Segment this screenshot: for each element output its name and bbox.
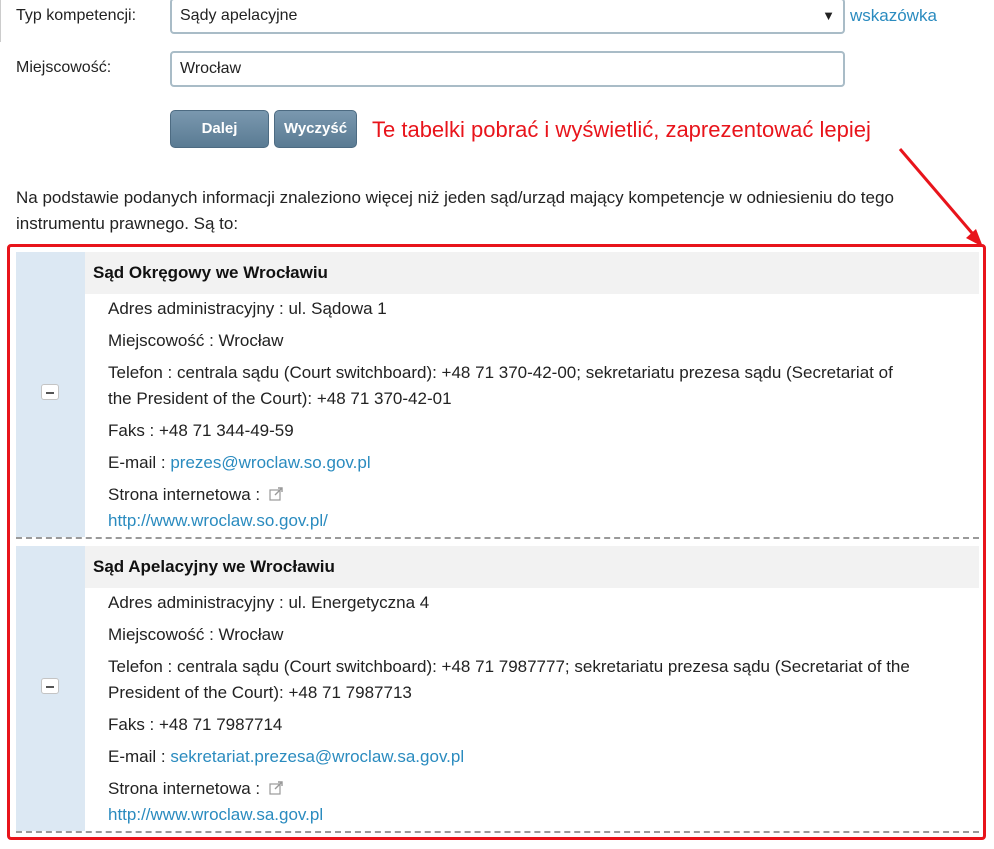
results-intro-text: Na podstawie podanych informacji znalezi… — [16, 188, 894, 233]
left-border — [0, 0, 1, 42]
competence-type-value: Sądy apelacyjne — [180, 7, 298, 24]
court-phone-line-1: Telefon : centrala sądu (Court switchboa… — [108, 657, 910, 676]
divider — [16, 537, 979, 539]
court-phone-line-1: Telefon : centrala sądu (Court switchboa… — [108, 363, 893, 382]
court-result: Sąd Apelacyjny we Wrocławiu Adres admini… — [16, 546, 979, 833]
court-website-link[interactable]: http://www.wroclaw.sa.gov.pl — [108, 802, 968, 828]
court-website-label: Strona internetowa : — [108, 485, 265, 504]
court-name: Sąd Okręgowy we Wrocławiu — [85, 252, 979, 294]
court-email-link[interactable]: prezes@wroclaw.so.gov.pl — [170, 453, 370, 472]
collapse-icon[interactable] — [41, 384, 59, 400]
external-link-icon — [269, 781, 283, 795]
court-details: Adres administracyjny : ul. Sądowa 1 Mie… — [93, 294, 971, 537]
competence-type-select[interactable]: Sądy apelacyjne ▼ — [170, 0, 845, 34]
court-email-label: E-mail : — [108, 453, 171, 472]
court-website-label: Strona internetowa : — [108, 779, 265, 798]
court-fax: Faks : +48 71 344-49-59 — [108, 421, 294, 440]
divider — [16, 831, 979, 833]
city-input[interactable]: Wrocław — [170, 51, 845, 87]
competence-type-label: Typ kompetencji: — [16, 7, 137, 24]
annotation-text: Te tabelki pobrać i wyświetlić, zaprezen… — [372, 117, 871, 142]
court-phone-line-2: President of the Court): +48 71 7987713 — [108, 683, 412, 702]
city-label: Miejscowość: — [16, 59, 112, 76]
court-email-label: E-mail : — [108, 747, 171, 766]
court-address: Adres administracyjny : ul. Sądowa 1 — [108, 299, 387, 318]
court-name: Sąd Apelacyjny we Wrocławiu — [85, 546, 979, 588]
court-city: Miejscowość : Wrocław — [108, 625, 284, 644]
court-email-row: E-mail : sekretariat.prezesa@wroclaw.sa.… — [108, 744, 968, 770]
court-phone-line-2: the President of the Court): +48 71 370-… — [108, 389, 452, 408]
court-city: Miejscowość : Wrocław — [108, 331, 284, 350]
court-email-row: E-mail : prezes@wroclaw.so.gov.pl — [108, 450, 968, 476]
chevron-down-icon[interactable]: ▼ — [822, 0, 835, 32]
next-button[interactable]: Dalej — [170, 110, 269, 148]
court-website-link[interactable]: http://www.wroclaw.so.gov.pl/ — [108, 508, 968, 534]
court-email-link[interactable]: sekretariat.prezesa@wroclaw.sa.gov.pl — [170, 747, 464, 766]
court-address: Adres administracyjny : ul. Energetyczna… — [108, 593, 430, 612]
hint-link[interactable]: wskazówka — [850, 6, 937, 26]
external-link-icon — [269, 487, 283, 501]
court-website-row: Strona internetowa : — [108, 482, 968, 508]
court-website-row: Strona internetowa : — [108, 776, 968, 802]
court-fax: Faks : +48 71 7987714 — [108, 715, 283, 734]
collapse-icon[interactable] — [41, 678, 59, 694]
court-details: Adres administracyjny : ul. Energetyczna… — [93, 588, 971, 831]
clear-button[interactable]: Wyczyść — [274, 110, 357, 148]
city-input-value: Wrocław — [180, 60, 242, 77]
court-result: Sąd Okręgowy we Wrocławiu Adres administ… — [16, 252, 979, 539]
